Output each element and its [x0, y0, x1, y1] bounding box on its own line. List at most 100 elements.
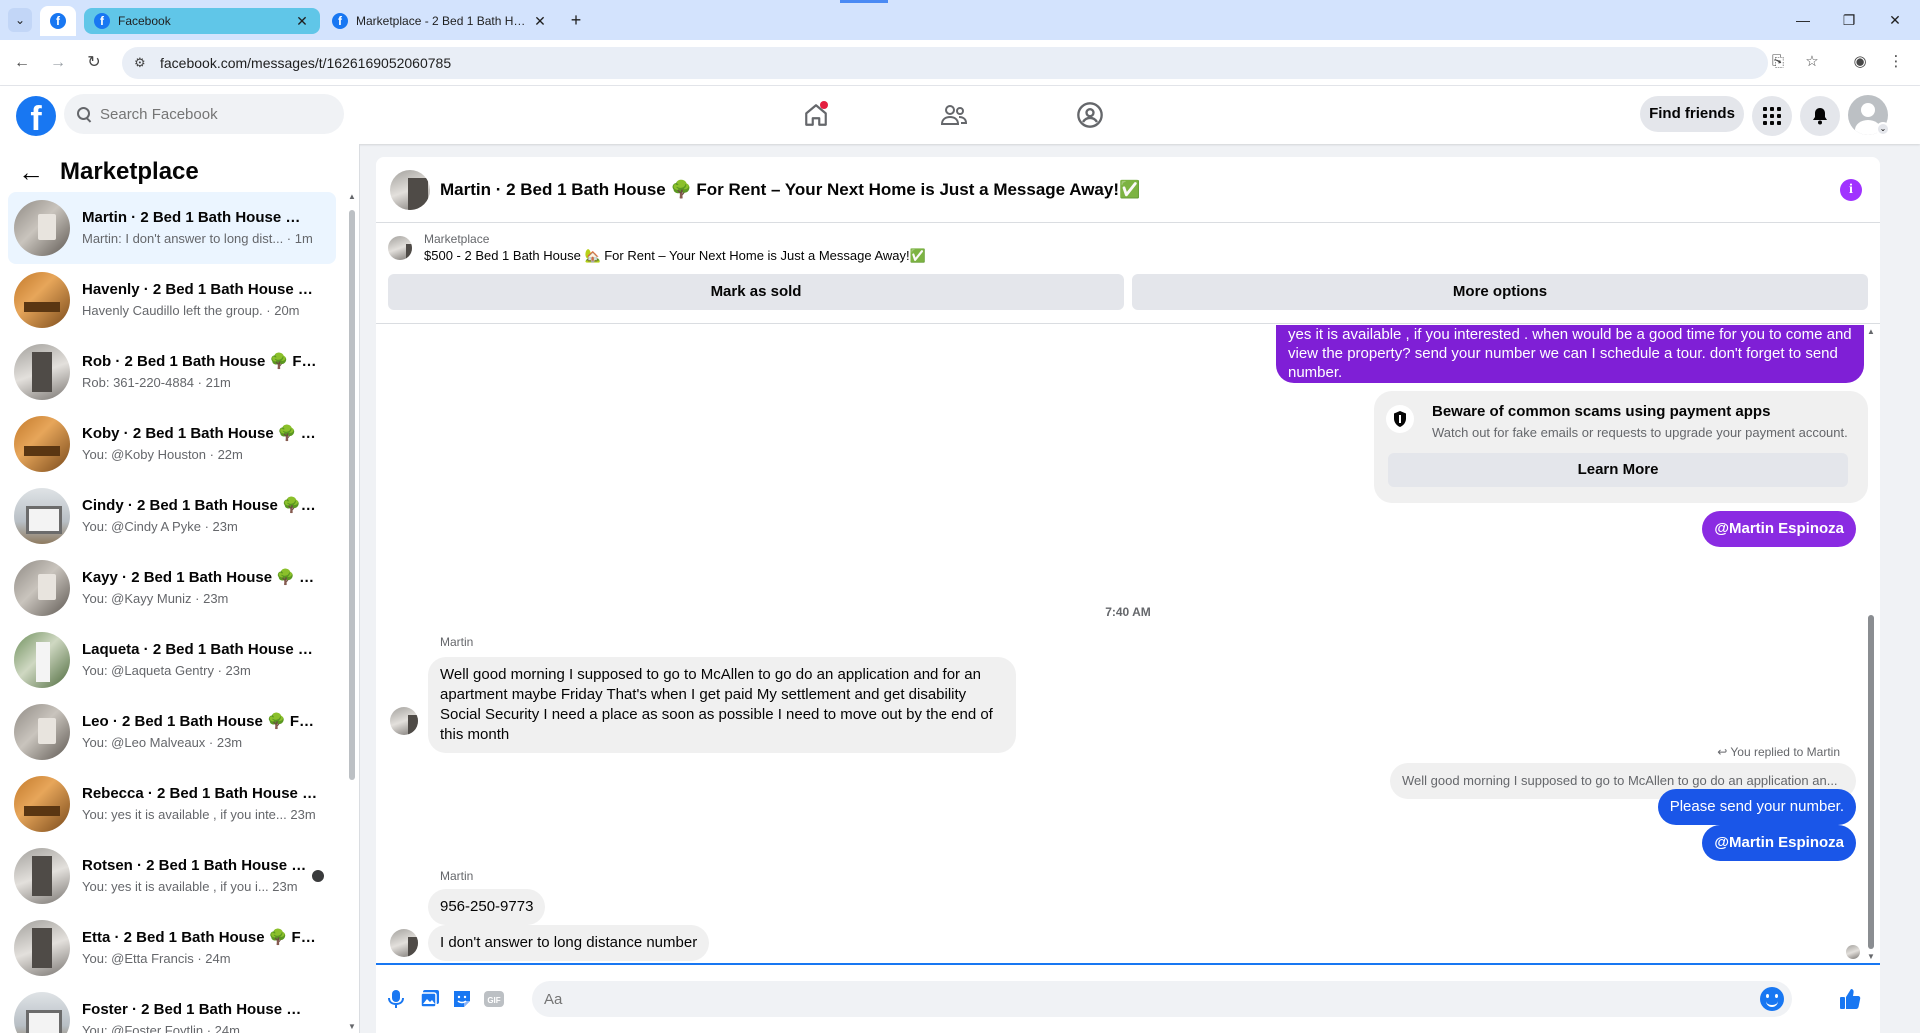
- scroll-up-icon[interactable]: ▲: [348, 192, 356, 201]
- listing-thumbnail: [14, 200, 70, 256]
- listing-avatar: [388, 236, 412, 260]
- back-arrow-icon[interactable]: ←: [10, 51, 34, 75]
- listing-title[interactable]: $500 - 2 Bed 1 Bath House 🏡 For Rent – Y…: [424, 248, 926, 264]
- site-info-icon[interactable]: ⚙: [134, 55, 150, 71]
- incoming-message[interactable]: I don't answer to long distance number: [428, 925, 710, 961]
- browser-profile-icon[interactable]: ◉: [1846, 46, 1874, 78]
- sender-avatar[interactable]: [390, 929, 418, 957]
- listing-thumbnail: [14, 272, 70, 328]
- learn-more-button[interactable]: Learn More: [1388, 453, 1848, 487]
- sender-name: Martin: [440, 635, 474, 649]
- listing-kicker: Marketplace: [424, 232, 490, 246]
- forward-arrow-icon[interactable]: →: [46, 51, 70, 75]
- search-input[interactable]: [100, 105, 320, 123]
- scam-warning-body: Watch out for fake emails or requests to…: [1432, 425, 1848, 440]
- tab-facebook[interactable]: f Facebook ✕: [84, 8, 320, 34]
- conversation-title: Martin · 2 Bed 1 Bath House 🌳 For Rent –…: [82, 209, 318, 226]
- new-tab-button[interactable]: +: [566, 10, 586, 30]
- conversation-preview: Havenly Caudillo left the group. · 20m: [82, 303, 300, 318]
- conversation-item[interactable]: Rotsen · 2 Bed 1 Bath House 🌳 For Rent Y…: [8, 840, 336, 912]
- more-options-button[interactable]: More options: [1132, 274, 1868, 310]
- incoming-message[interactable]: 956-250-9773: [428, 889, 546, 925]
- conversation-preview: You: @Kayy Muniz · 23m: [82, 591, 229, 606]
- scroll-up-icon[interactable]: ▲: [1867, 327, 1875, 336]
- conversation-item[interactable]: Cindy · 2 Bed 1 Bath House 🌳 For Rent Yo…: [8, 480, 336, 552]
- conversation-preview: You: @Leo Malveaux · 23m: [82, 735, 243, 750]
- url-text: facebook.com/messages/t/1626169052060785: [160, 55, 452, 71]
- microphone-icon[interactable]: [382, 985, 410, 1013]
- facebook-logo[interactable]: f: [16, 96, 56, 138]
- close-tab-icon[interactable]: ✕: [294, 13, 310, 30]
- mention-message[interactable]: @Martin Espinoza: [1702, 511, 1856, 547]
- sender-avatar[interactable]: [390, 707, 418, 735]
- outgoing-message[interactable]: Please send your number.: [1657, 789, 1856, 825]
- conversation-preview: You: @Cindy A Pyke · 23m: [82, 519, 238, 534]
- chat-title[interactable]: Martin · 2 Bed 1 Bath House 🌳 For Rent –…: [440, 180, 1140, 200]
- conversation-item[interactable]: Havenly · 2 Bed 1 Bath House 🌳 For Rent …: [8, 264, 336, 336]
- bookmark-star-icon[interactable]: ☆: [1798, 46, 1826, 78]
- scroll-down-icon[interactable]: ▼: [1867, 952, 1875, 961]
- conversation-title: Laqueta · 2 Bed 1 Bath House 🌳 For Rent: [82, 641, 318, 658]
- install-app-icon[interactable]: ⎘: [1764, 46, 1792, 78]
- notifications-button[interactable]: [1800, 96, 1840, 136]
- sidebar-scrollbar[interactable]: ▲ ▼: [348, 192, 356, 1033]
- restore-window-button[interactable]: ❐: [1834, 8, 1864, 32]
- close-tab-icon[interactable]: ✕: [532, 13, 548, 30]
- search-box[interactable]: [64, 94, 344, 134]
- conversation-preview: You: @Foster Foytlin · 24m: [82, 1023, 240, 1033]
- groups-nav-button[interactable]: [1070, 95, 1110, 135]
- scrollbar-thumb[interactable]: [349, 210, 355, 780]
- find-friends-button[interactable]: Find friends: [1640, 96, 1744, 132]
- pinned-tab-facebook[interactable]: f: [40, 6, 76, 36]
- replied-label: ↩ You replied to Martin: [1717, 745, 1840, 759]
- reload-icon[interactable]: ↻: [82, 51, 106, 75]
- friends-nav-button[interactable]: [934, 95, 974, 135]
- outgoing-message[interactable]: yes it is available , if you interested …: [1276, 325, 1864, 383]
- url-bar[interactable]: ⚙ facebook.com/messages/t/16261690520607…: [122, 47, 1768, 79]
- conversation-item[interactable]: Rebecca · 2 Bed 1 Bath House 🌳 For Rent …: [8, 768, 336, 840]
- conversation-title: Rebecca · 2 Bed 1 Bath House 🌳 For Rent: [82, 785, 318, 802]
- replied-text: You replied to Martin: [1730, 745, 1840, 759]
- message-input-box[interactable]: [532, 981, 1792, 1017]
- tab-title: Marketplace - 2 Bed 1 Bath House: [356, 14, 532, 28]
- home-nav-button[interactable]: [796, 95, 836, 135]
- message-input[interactable]: [544, 990, 1724, 1008]
- messages-scrollbar[interactable]: ▲ ▼: [1866, 325, 1876, 963]
- browser-menu-icon[interactable]: ⋮: [1882, 46, 1910, 78]
- scroll-down-icon[interactable]: ▼: [348, 1022, 356, 1031]
- tab-title: Facebook: [118, 14, 171, 28]
- tab-search-button[interactable]: ⌄: [8, 8, 32, 32]
- info-icon[interactable]: i: [1840, 179, 1862, 201]
- conversation-preview: Rob: 361-220-4884 · 21m: [82, 375, 231, 390]
- conversation-title: Cindy · 2 Bed 1 Bath House 🌳 For Rent: [82, 497, 318, 514]
- chat-avatar[interactable]: [390, 169, 430, 210]
- incoming-message[interactable]: Well good morning I supposed to go to Mc…: [428, 657, 1016, 753]
- conversation-item[interactable]: Etta · 2 Bed 1 Bath House 🌳 For Rent You…: [8, 912, 336, 984]
- conversation-item[interactable]: Foster · 2 Bed 1 Bath House 🌳 For Rent Y…: [8, 984, 336, 1033]
- conversation-item[interactable]: Laqueta · 2 Bed 1 Bath House 🌳 For Rent …: [8, 624, 336, 696]
- conversation-title: Rob · 2 Bed 1 Bath House 🌳 For Rent: [82, 353, 318, 370]
- read-receipt-avatar: [1846, 945, 1860, 959]
- emoji-icon[interactable]: [1760, 987, 1784, 1011]
- close-window-button[interactable]: ✕: [1880, 8, 1910, 32]
- scrollbar-thumb[interactable]: [1868, 615, 1874, 949]
- tab-marketplace[interactable]: f Marketplace - 2 Bed 1 Bath House ✕: [322, 6, 558, 36]
- listing-thumbnail: [14, 992, 70, 1033]
- thumbs-up-icon[interactable]: [1836, 985, 1864, 1013]
- back-arrow-icon[interactable]: ←: [18, 158, 44, 186]
- sidebar-title: Marketplace: [60, 158, 199, 185]
- photo-icon[interactable]: [416, 985, 444, 1013]
- conversation-item[interactable]: Leo · 2 Bed 1 Bath House 🌳 For Rent You:…: [8, 696, 336, 768]
- minimize-window-button[interactable]: —: [1788, 8, 1818, 32]
- conversation-item[interactable]: Rob · 2 Bed 1 Bath House 🌳 For Rent Rob:…: [8, 336, 336, 408]
- conversation-preview: You: @Laqueta Gentry · 23m: [82, 663, 251, 678]
- mark-as-sold-button[interactable]: Mark as sold: [388, 274, 1124, 310]
- sticker-icon[interactable]: [448, 985, 476, 1013]
- conversation-item[interactable]: Koby · 2 Bed 1 Bath House 🌳 For Rent You…: [8, 408, 336, 480]
- chevron-down-icon[interactable]: ⌄: [1876, 122, 1890, 136]
- conversation-item[interactable]: Kayy · 2 Bed 1 Bath House 🌳 For Rent You…: [8, 552, 336, 624]
- gif-icon[interactable]: GIF: [480, 985, 508, 1013]
- conversation-item[interactable]: Martin · 2 Bed 1 Bath House 🌳 For Rent –…: [8, 192, 336, 264]
- menu-button[interactable]: [1752, 96, 1792, 136]
- mention-message[interactable]: @Martin Espinoza: [1702, 825, 1856, 861]
